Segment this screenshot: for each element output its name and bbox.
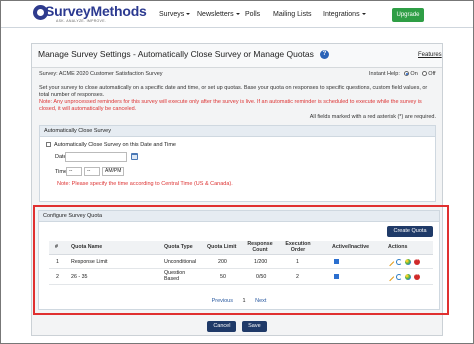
page-description: Set your survey to close automatically o… — [39, 85, 428, 98]
auto-close-checkbox[interactable] — [46, 142, 51, 148]
refresh-icon[interactable] — [396, 259, 402, 265]
col-response-count: Response Count — [247, 241, 273, 253]
col-active: Active/Inactive — [332, 244, 370, 250]
instant-help-off-label: Off — [428, 71, 436, 77]
row-number: 2 — [56, 274, 59, 280]
row-execution-order: 1 — [296, 259, 299, 265]
refresh-icon[interactable] — [396, 274, 402, 280]
instant-help-on-label: On — [410, 71, 418, 77]
nav-integrations[interactable]: Integrations — [323, 11, 366, 18]
upgrade-button[interactable]: Upgrade — [392, 8, 424, 22]
logo-tagline: ASK. ANALYZE. IMPROVE. — [56, 19, 107, 23]
row-response-count: 0/50 — [256, 274, 267, 280]
row-quota-name[interactable]: 26 - 35 — [71, 274, 88, 280]
cancel-button[interactable]: Cancel — [207, 321, 237, 332]
col-quota-name: Quota Name — [71, 244, 103, 250]
delete-icon[interactable] — [414, 272, 420, 280]
table-row: 1 Response Limit Unconditional 200 1/200… — [49, 255, 433, 269]
row-quota-type: Question Based — [164, 270, 186, 282]
color-palette-icon[interactable] — [405, 274, 411, 280]
ampm-select[interactable]: AM/PM — [102, 167, 124, 176]
top-navigation: SurveyMethods ASK. ANALYZE. IMPROVE. Sur… — [1, 1, 473, 28]
brand-logo[interactable]: SurveyMethods ASK. ANALYZE. IMPROVE. — [33, 3, 151, 26]
table-row: 2 26 - 35 Question Based 50 0/50 2 — [49, 269, 433, 285]
active-checkbox[interactable] — [334, 274, 339, 280]
calendar-icon[interactable] — [131, 153, 138, 160]
auto-close-header: Automatically Close Survey — [40, 126, 435, 137]
row-active-checkbox[interactable] — [334, 259, 342, 265]
col-quota-type: Quota Type — [164, 244, 193, 250]
quota-table: # Quota Name Quota Type Quota Limit Resp… — [49, 241, 433, 285]
help-icon[interactable]: ? — [320, 50, 329, 59]
row-actions — [385, 257, 420, 267]
quota-section: Configure Survey Quota Create Quota # Qu… — [38, 210, 440, 310]
col-quota-limit: Quota Limit — [207, 244, 237, 250]
auto-close-checkbox-row[interactable]: Automatically Close Survey on this Date … — [46, 142, 176, 148]
create-quota-button[interactable]: Create Quota — [387, 226, 433, 237]
auto-close-checkbox-label: Automatically Close Survey on this Date … — [54, 142, 176, 148]
quota-table-header: # Quota Name Quota Type Quota Limit Resp… — [49, 241, 433, 255]
row-quota-limit: 50 — [220, 274, 226, 280]
row-execution-order: 2 — [296, 274, 299, 280]
nav-surveys[interactable]: Surveys — [159, 11, 191, 18]
chevron-down-icon — [361, 13, 366, 16]
edit-icon[interactable] — [385, 272, 395, 282]
pager-previous[interactable]: Previous — [212, 298, 233, 304]
row-quota-limit: 200 — [218, 259, 227, 265]
delete-icon[interactable] — [414, 257, 420, 265]
hour-select[interactable]: -- — [66, 167, 82, 176]
logo-text: SurveyMethods — [45, 3, 147, 19]
instant-help-label: Instant Help: — [369, 71, 400, 77]
minute-select[interactable]: -- — [84, 167, 100, 176]
row-actions — [385, 272, 420, 282]
save-button[interactable]: Save — [242, 321, 267, 332]
nav-polls[interactable]: Polls — [245, 11, 260, 18]
row-active-checkbox[interactable] — [334, 274, 342, 280]
instant-help-on-radio[interactable] — [404, 71, 410, 77]
pager-next[interactable]: Next — [255, 298, 266, 304]
required-fields-note: All fields marked with a red asterisk (*… — [309, 114, 436, 120]
reminder-note: Note: Any unprocessed reminders for this… — [39, 99, 422, 112]
row-quota-name[interactable]: Response Limit — [71, 259, 108, 265]
edit-icon[interactable] — [385, 257, 395, 267]
timezone-note: Note: Please specify the time according … — [57, 181, 233, 187]
date-input[interactable] — [65, 152, 127, 162]
chevron-down-icon — [186, 13, 191, 16]
features-link[interactable]: Features — [418, 52, 442, 58]
form-buttons: Cancel Save — [0, 321, 474, 332]
col-number: # — [55, 244, 58, 250]
color-palette-icon[interactable] — [405, 259, 411, 265]
page-title: Manage Survey Settings - Automatically C… — [38, 49, 314, 59]
quota-header: Configure Survey Quota — [39, 211, 439, 222]
panel-header: Manage Survey Settings - Automatically C… — [32, 44, 442, 68]
instant-help-off-radio[interactable] — [422, 71, 428, 77]
nav-newsletters[interactable]: Newsletters — [197, 11, 240, 18]
row-response-count: 1/200 — [254, 259, 268, 265]
pagination: Previous 1 Next — [39, 298, 439, 304]
row-number: 1 — [56, 259, 59, 265]
auto-close-section: Automatically Close Survey Automatically… — [39, 125, 436, 202]
active-checkbox[interactable] — [334, 259, 339, 265]
pager-current[interactable]: 1 — [243, 298, 246, 304]
col-actions: Actions — [388, 244, 408, 250]
chevron-down-icon — [235, 13, 240, 16]
survey-name: Survey: ACME 2020 Customer Satisfaction … — [39, 71, 163, 77]
instant-help-toggle: Instant Help: On Off — [369, 71, 436, 77]
col-execution-order: Execution Order — [285, 241, 311, 253]
row-quota-type: Unconditional — [164, 259, 197, 265]
nav-mailing-lists[interactable]: Mailing Lists — [273, 11, 312, 18]
